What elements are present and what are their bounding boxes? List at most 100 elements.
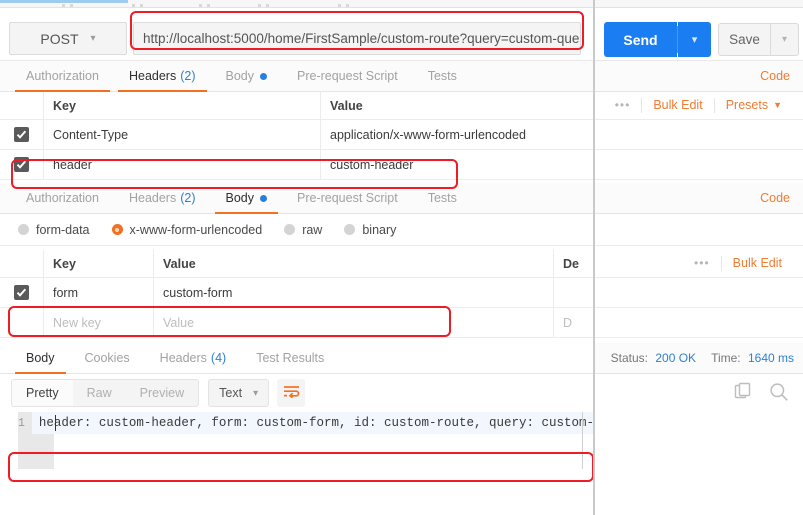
tab-label: Pre-request Script [297,191,398,205]
tab-tests-1[interactable]: Tests [413,61,472,91]
headers-table-actions: ••• Bulk Edit Presets ▼ [595,92,803,120]
view-mode-label: Pretty [26,386,59,400]
tab-count: (2) [180,69,196,83]
code-link-label: Code [760,191,790,205]
body-key-input[interactable]: form [43,278,153,307]
view-mode-label: Preview [139,386,185,400]
tab-authorization-1[interactable]: Authorization [11,61,114,92]
tab-response-headers[interactable]: Headers (4) [145,343,242,373]
tab-label: Pre-request Script [297,69,398,83]
request-left-pane: POST ▾ http://localhost:5000/home/FirstS… [0,8,632,469]
url-bar-row: POST ▾ http://localhost:5000/home/FirstS… [0,8,593,61]
new-body-description-input[interactable]: D [553,308,593,337]
body-row-overflow-1 [595,278,803,308]
radio-label: raw [302,222,323,237]
tab-tests-2[interactable]: Tests [413,183,472,213]
postman-window: POST ▾ http://localhost:5000/home/FirstS… [0,0,803,515]
view-mode-preview[interactable]: Preview [126,380,198,406]
copy-icon[interactable] [734,382,753,404]
bulk-edit-button[interactable]: Bulk Edit [641,98,713,113]
radio-x-www-form-urlencoded[interactable]: x-www-form-urlencoded [111,222,263,237]
tab-label: Test Results [256,351,325,365]
tab-test-results[interactable]: Test Results [241,343,339,373]
response-format-dropdown[interactable]: Text ▾ [208,379,270,407]
table-row[interactable]: Content-Type application/x-www-form-urle… [0,120,593,150]
view-mode-pretty[interactable]: Pretty [12,380,73,406]
radio-raw[interactable]: raw [284,223,322,237]
time-value: 1640 ms [747,351,794,365]
table-row-new[interactable]: New key Value D [0,308,593,338]
tab-label: Authorization [26,69,99,83]
header-value-input[interactable]: custom-header [320,150,593,179]
active-tab-indicator [0,0,128,3]
response-status-bar: Status: 200 OK Time: 1640 ms [595,343,803,374]
tab-strip-ticks [0,4,803,7]
line-number: 1 [18,412,32,434]
tab-response-cookies[interactable]: Cookies [70,343,145,373]
header-value-input[interactable]: application/x-www-form-urlencoded [320,120,593,149]
unsaved-dot-icon [260,72,267,80]
row-enabled-checkbox[interactable] [14,157,29,172]
body-row-overflow-2 [595,308,803,338]
radio-icon [18,224,29,235]
http-method-dropdown[interactable]: POST ▾ [9,22,127,55]
editor-print-margin [582,412,583,469]
bulk-edit-button[interactable]: Bulk Edit [720,256,793,271]
generate-code-link-headers[interactable]: Code [595,61,803,92]
column-header-value: Value [153,250,553,277]
more-actions-icon[interactable]: ••• [683,256,721,271]
tab-headers-1[interactable]: Headers (2) [114,61,211,92]
table-row[interactable]: header custom-header [0,150,593,180]
request-tab-strip [0,0,803,8]
word-wrap-icon [283,385,300,401]
radio-label: x-www-form-urlencoded [129,222,263,237]
response-body-text: header: custom-header, form: custom-form… [38,416,632,430]
chevron-down-icon: ▾ [90,33,96,44]
pane-divider[interactable] [593,0,595,515]
save-options-dropdown[interactable]: ▾ [770,23,799,56]
row-enabled-checkbox[interactable] [14,127,29,142]
save-button[interactable]: Save [718,23,770,56]
row-enabled-checkbox[interactable] [14,285,29,300]
tab-response-body[interactable]: Body [11,343,70,374]
response-body-tools [595,374,803,412]
generate-code-link-body[interactable]: Code [595,183,803,214]
view-mode-raw[interactable]: Raw [73,380,126,406]
save-button-label: Save [729,32,760,47]
tab-headers-2[interactable]: Headers (2) [114,183,211,213]
more-actions-icon[interactable]: ••• [604,98,642,113]
tab-pre-request-script-1[interactable]: Pre-request Script [282,61,413,91]
body-value-input[interactable]: custom-form [153,278,553,307]
tab-label: Tests [427,69,457,83]
tab-count: (4) [210,351,227,365]
response-body-viewer[interactable]: 1 header: custom-header, form: custom-fo… [0,412,632,469]
radio-form-data[interactable]: form-data [18,223,90,237]
new-body-key-input[interactable]: New key [43,308,153,337]
tab-body-1[interactable]: Body [211,61,283,91]
header-key-input[interactable]: header [43,150,320,179]
tab-label: Headers [128,191,177,205]
code-line[interactable]: 1 header: custom-header, form: custom-fo… [18,412,632,434]
column-header-key: Key [43,92,320,119]
tab-authorization-2[interactable]: Authorization [11,183,114,213]
request-url-input[interactable]: http://localhost:5000/home/FirstSample/c… [133,22,581,55]
response-view-mode-group: Pretty Raw Preview [11,379,200,407]
presets-dropdown[interactable]: Presets ▼ [713,98,793,113]
status-value: 200 OK [655,351,697,365]
word-wrap-toggle[interactable] [277,379,306,407]
send-options-dropdown[interactable]: ▾ [678,22,711,57]
body-description-input[interactable] [553,278,593,307]
tab-pre-request-script-2[interactable]: Pre-request Script [282,183,413,213]
response-tabs: Body Cookies Headers (4) Test Results [0,343,593,374]
table-row[interactable]: form custom-form [0,278,593,308]
tab-body-2[interactable]: Body [211,183,283,214]
tab-count: (2) [180,191,196,205]
header-key-input[interactable]: Content-Type [43,120,320,149]
radio-binary[interactable]: binary [344,223,396,237]
radio-label: form-data [36,222,90,237]
radio-label: binary [362,222,397,237]
column-header-value: Value [320,92,593,119]
search-icon[interactable] [769,382,789,405]
new-body-value-input[interactable]: Value [153,308,553,337]
send-button[interactable]: Send [604,22,677,57]
